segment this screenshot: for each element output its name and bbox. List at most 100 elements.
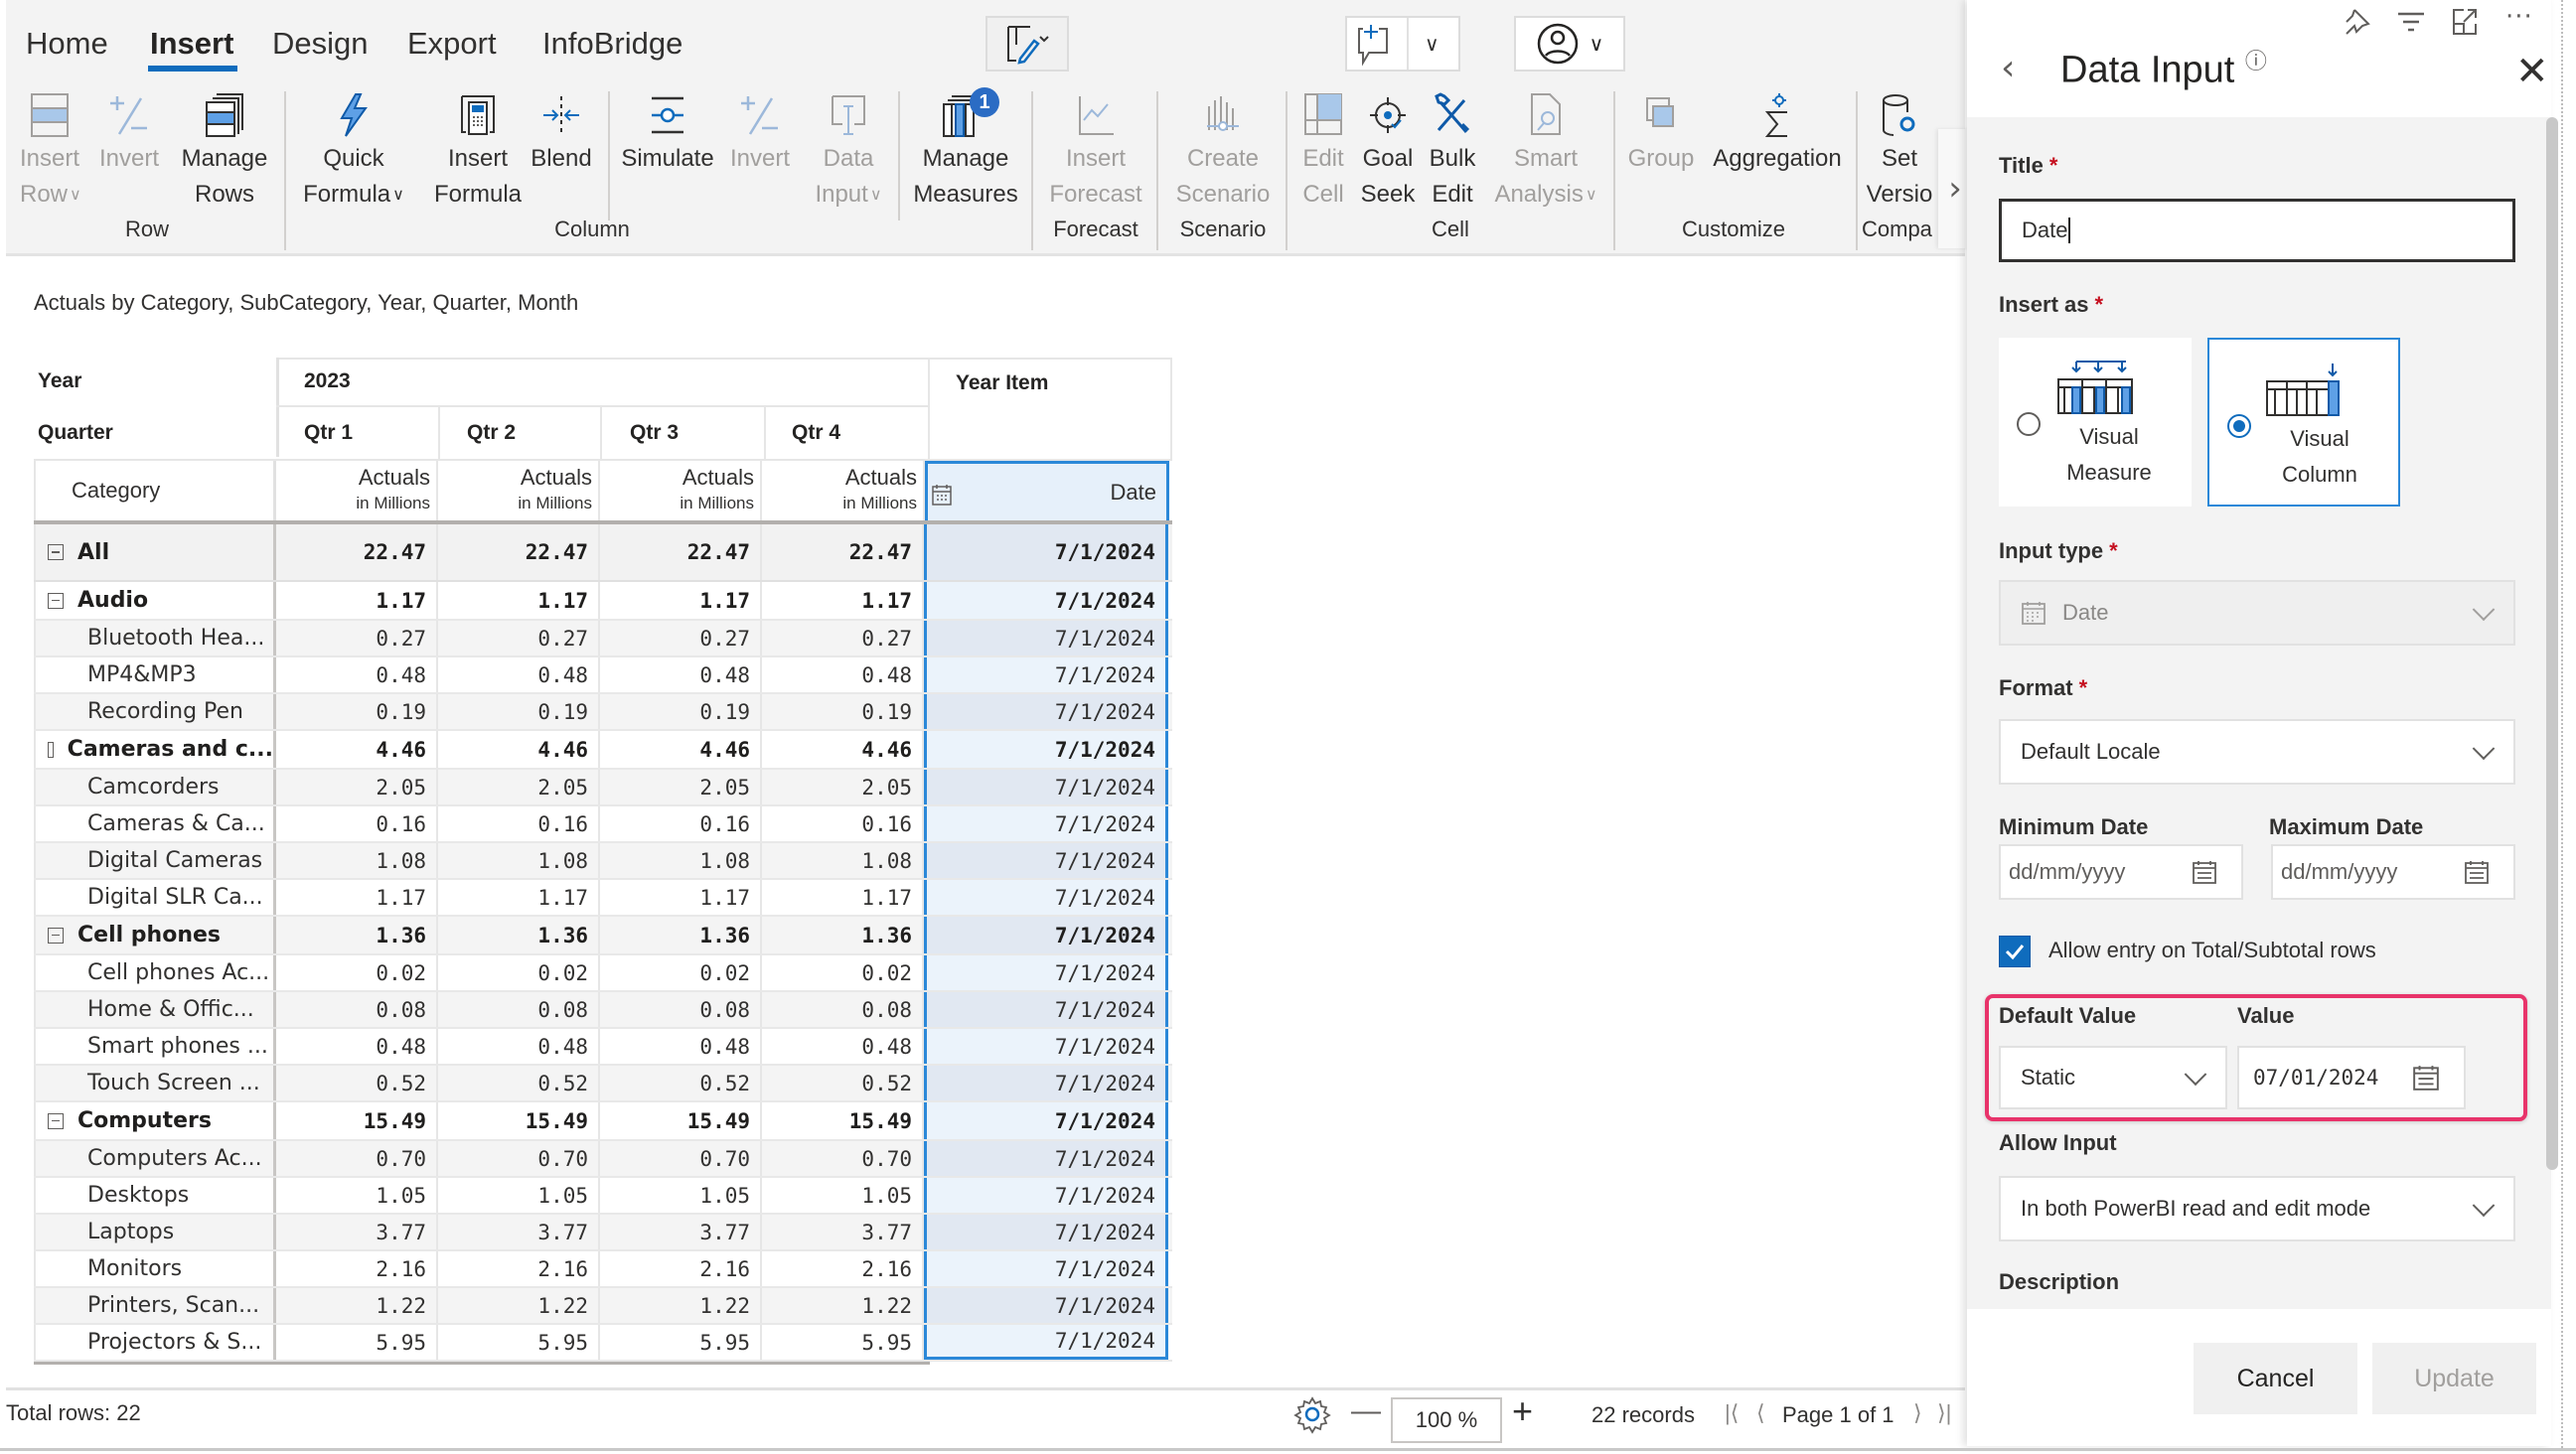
next-page-button[interactable]: ⟩ — [1913, 1400, 1922, 1426]
value-cell[interactable]: 0.16 — [438, 806, 600, 841]
visual-measure-option[interactable]: Visual Measure — [1999, 338, 2192, 507]
insert-row-button[interactable]: Insert Row ∨ — [20, 91, 81, 214]
back-button[interactable]: ‹ — [2001, 48, 2015, 88]
edit-cell-button[interactable]: Edit Cell — [1293, 91, 1353, 213]
value-cell[interactable]: 0.27 — [762, 621, 924, 655]
first-page-button[interactable]: |⟨ — [1725, 1400, 1739, 1426]
value-cell[interactable]: 5.95 — [600, 1325, 762, 1360]
data-input-button[interactable]: Data Input ∨ — [809, 91, 888, 214]
calendar-icon[interactable] — [2464, 859, 2490, 885]
value-cell[interactable]: 0.48 — [600, 657, 762, 692]
date-input-cell[interactable]: 7/1/2024 — [924, 621, 1168, 655]
value-cell[interactable]: 1.22 — [438, 1288, 600, 1323]
cancel-button[interactable]: Cancel — [2194, 1343, 2357, 1414]
measure-header[interactable]: Actuals in Millions — [600, 461, 762, 520]
value-cell[interactable]: 1.17 — [600, 880, 762, 915]
value-cell[interactable]: 0.16 — [600, 806, 762, 841]
date-input-cell[interactable]: 7/1/2024 — [924, 843, 1168, 878]
date-input-cell[interactable]: 7/1/2024 — [924, 955, 1168, 990]
focus-mode-icon[interactable] — [2450, 6, 2480, 45]
prev-page-button[interactable]: ⟨ — [1756, 1400, 1765, 1426]
smart-analysis-button[interactable]: Smart Analysis ∨ — [1486, 91, 1605, 214]
value-cell[interactable]: 0.08 — [762, 992, 924, 1027]
value-cell[interactable]: 1.36 — [276, 917, 438, 953]
measure-header[interactable]: Actuals in Millions — [276, 461, 438, 520]
quarter-header[interactable]: Qtr 2 — [467, 407, 516, 459]
value-cell[interactable]: 0.48 — [762, 657, 924, 692]
year-header-value[interactable]: 2023 — [304, 358, 351, 405]
value-cell[interactable]: 2.05 — [438, 770, 600, 804]
value-cell[interactable]: 4.46 — [600, 731, 762, 768]
value-cell[interactable]: 0.48 — [276, 1029, 438, 1064]
value-cell[interactable]: 1.17 — [276, 582, 438, 619]
quarter-header[interactable]: Qtr 1 — [304, 407, 353, 459]
value-cell[interactable]: 2.05 — [600, 770, 762, 804]
blend-button[interactable]: Blend — [527, 91, 596, 177]
value-cell[interactable]: 1.17 — [276, 880, 438, 915]
min-date-input[interactable]: dd/mm/yyyy — [1999, 844, 2243, 900]
value-cell[interactable]: 15.49 — [438, 1102, 600, 1139]
value-cell[interactable]: 0.52 — [276, 1066, 438, 1100]
set-version-button[interactable]: Set Versio — [1862, 91, 1937, 213]
value-cell[interactable]: 2.05 — [276, 770, 438, 804]
settings-button[interactable] — [1293, 1394, 1331, 1438]
manage-measures-button[interactable]: 1 Manage Measures — [906, 87, 1025, 213]
value-cell[interactable]: 3.77 — [438, 1215, 600, 1249]
value-cell[interactable]: 0.19 — [276, 694, 438, 729]
value-cell[interactable]: 1.22 — [600, 1288, 762, 1323]
value-cell[interactable]: 0.48 — [762, 1029, 924, 1064]
quarter-header[interactable]: Qtr 4 — [792, 407, 840, 459]
date-input-cell[interactable]: 7/1/2024 — [924, 657, 1168, 692]
value-cell[interactable]: 5.95 — [276, 1325, 438, 1360]
title-input[interactable]: Date — [1999, 199, 2515, 262]
value-cell[interactable]: 22.47 — [276, 524, 438, 580]
value-cell[interactable]: 0.27 — [276, 621, 438, 655]
value-cell[interactable]: 4.46 — [276, 731, 438, 768]
category-header[interactable]: Category — [34, 461, 276, 520]
date-column-header[interactable]: Date — [925, 461, 1169, 520]
value-cell[interactable]: 0.52 — [438, 1066, 600, 1100]
value-cell[interactable]: 0.27 — [600, 621, 762, 655]
value-cell[interactable]: 0.16 — [276, 806, 438, 841]
simulate-button[interactable]: Simulate — [616, 91, 719, 177]
date-input-cell[interactable]: 7/1/2024 — [924, 1141, 1168, 1176]
allow-total-checkbox[interactable] — [1999, 936, 2031, 967]
value-cell[interactable]: 0.08 — [438, 992, 600, 1027]
value-cell[interactable]: 22.47 — [438, 524, 600, 580]
value-cell[interactable]: 0.70 — [600, 1141, 762, 1176]
value-cell[interactable]: 0.27 — [438, 621, 600, 655]
value-cell[interactable]: 0.19 — [600, 694, 762, 729]
value-cell[interactable]: 0.19 — [438, 694, 600, 729]
value-cell[interactable]: 1.36 — [762, 917, 924, 953]
date-input-cell[interactable]: 7/1/2024 — [924, 582, 1168, 619]
value-cell[interactable]: 0.48 — [600, 1029, 762, 1064]
value-cell[interactable]: 2.16 — [438, 1251, 600, 1286]
calendar-icon[interactable] — [2192, 859, 2217, 885]
visual-column-option[interactable]: Visual Column — [2207, 338, 2400, 507]
value-cell[interactable]: 5.95 — [438, 1325, 600, 1360]
value-cell[interactable]: 2.16 — [762, 1251, 924, 1286]
tab-export[interactable]: Export — [407, 26, 497, 62]
value-cell[interactable]: 1.08 — [276, 843, 438, 878]
value-cell[interactable]: 0.70 — [438, 1141, 600, 1176]
date-input-cell[interactable]: 7/1/2024 — [924, 731, 1168, 768]
value-cell[interactable]: 4.46 — [438, 731, 600, 768]
quick-formula-button[interactable]: Quick Formula ∨ — [294, 91, 413, 214]
measure-header[interactable]: Actuals in Millions — [762, 461, 925, 520]
insert-formula-button[interactable]: Insert Formula — [423, 91, 532, 213]
date-input-cell[interactable]: 7/1/2024 — [924, 1066, 1168, 1100]
value-cell[interactable]: 0.02 — [276, 955, 438, 990]
pin-icon[interactable] — [2343, 6, 2372, 45]
value-cell[interactable]: 22.47 — [600, 524, 762, 580]
tab-home[interactable]: Home — [26, 26, 108, 62]
collapse-icon[interactable] — [48, 592, 64, 609]
date-input-cell[interactable]: 7/1/2024 — [924, 1215, 1168, 1249]
edit-layout-button[interactable] — [985, 16, 1069, 72]
date-input-cell[interactable]: 7/1/2024 — [924, 770, 1168, 804]
create-scenario-button[interactable]: Create Scenario — [1164, 91, 1282, 213]
value-cell[interactable]: 0.02 — [600, 955, 762, 990]
goal-seek-button[interactable]: Goal Seek — [1359, 91, 1417, 213]
tab-infobridge[interactable]: InfoBridge — [542, 26, 682, 62]
account-button[interactable]: ∨ — [1514, 16, 1625, 72]
aggregation-button[interactable]: Aggregation — [1707, 91, 1848, 177]
